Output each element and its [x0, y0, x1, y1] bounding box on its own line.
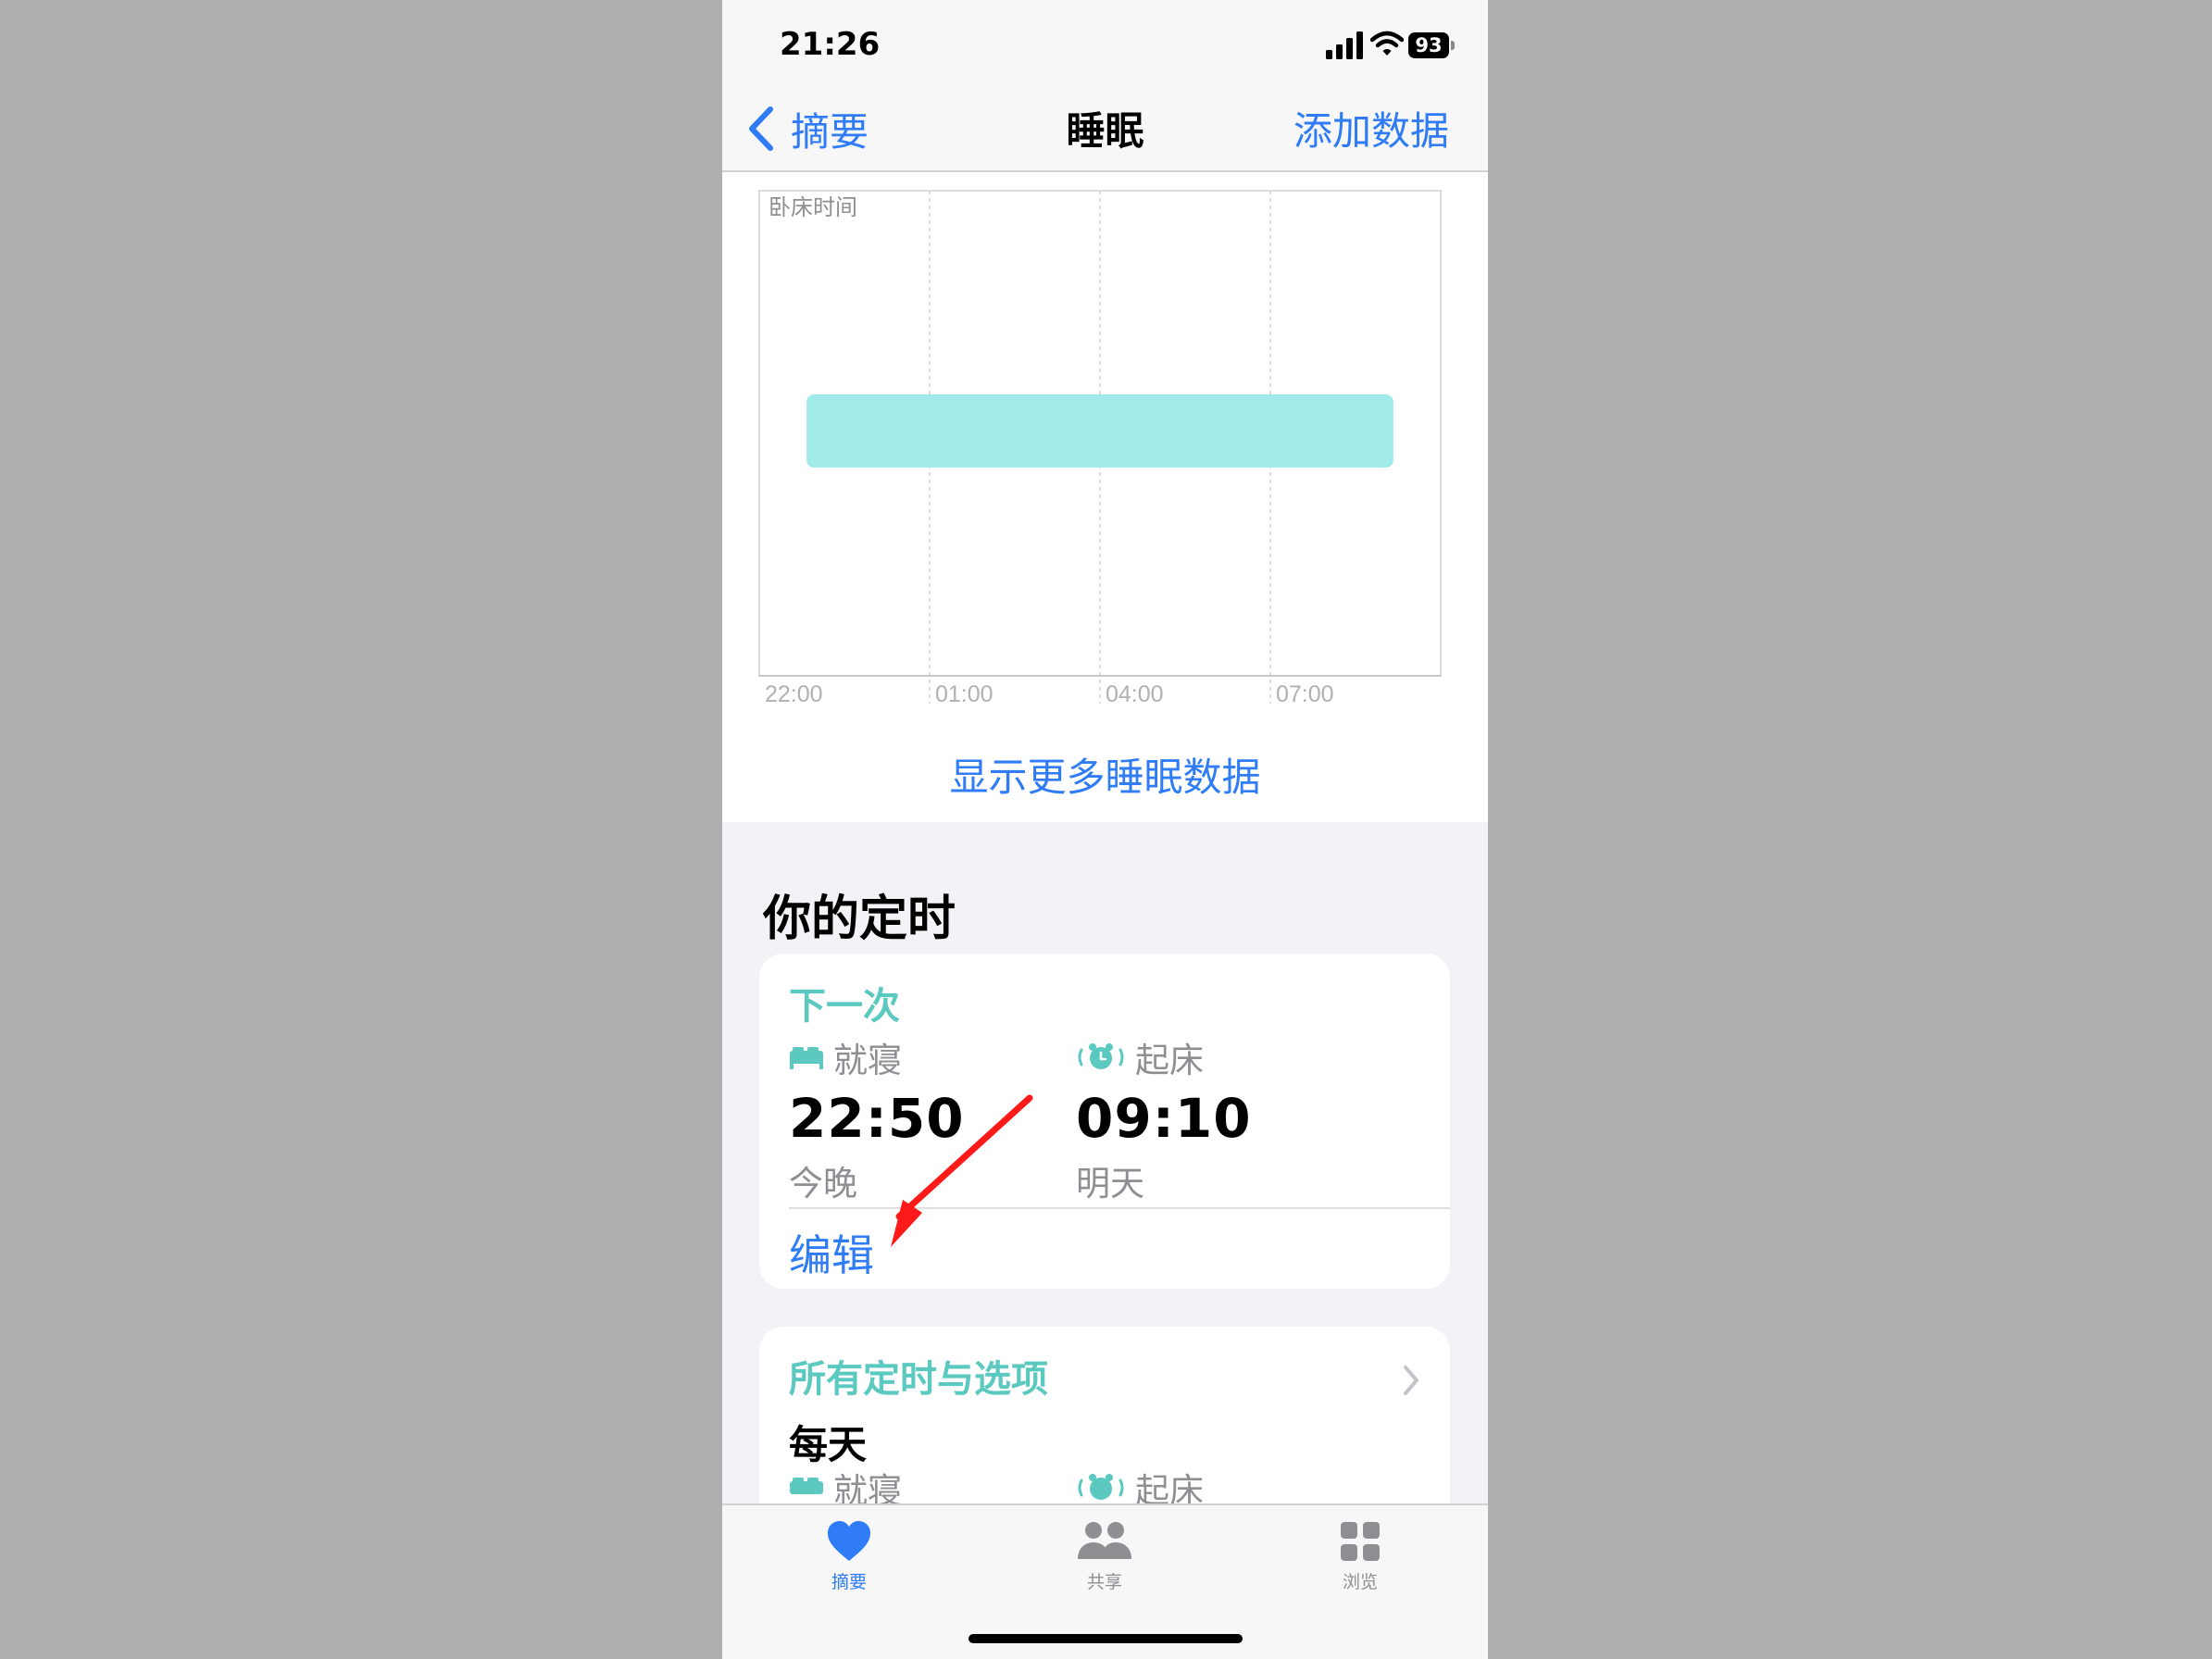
people-icon: [1078, 1522, 1131, 1559]
phone-screen: 21:26 93 摘要 睡眠 添加数据 卧床时间 22:00 01:00 04:…: [722, 0, 1488, 1659]
x-tick-label: 01:00: [935, 681, 994, 707]
add-data-button[interactable]: 添加数据: [1293, 100, 1449, 156]
show-more-sleep-data-link[interactable]: 显示更多睡眠数据: [722, 746, 1488, 803]
heart-icon: [828, 1521, 870, 1561]
sleep-chart: 卧床时间 22:00 01:00 04:00 07:00: [758, 190, 1442, 707]
wake-label: 起床: [1135, 1041, 1204, 1080]
back-button[interactable]: 摘要: [746, 96, 869, 161]
x-tick-label: 22:00: [765, 681, 823, 707]
wake-column: 起床 09:10 明天: [1076, 1035, 1354, 1205]
tab-browse[interactable]: 浏览: [1305, 1520, 1416, 1593]
home-indicator: [969, 1634, 1243, 1643]
cellular-signal-icon: [1326, 31, 1363, 59]
edit-button[interactable]: 编辑: [789, 1222, 874, 1283]
sleep-chart-section: 卧床时间 22:00 01:00 04:00 07:00 显示更多睡眠数据: [722, 172, 1488, 822]
bedtime-value: 22:50: [789, 1087, 965, 1150]
tab-sharing[interactable]: 共享: [1049, 1520, 1160, 1593]
chevron-right-icon: [1404, 1366, 1418, 1395]
wifi-icon: [1370, 31, 1404, 56]
x-tick-label: 07:00: [1276, 681, 1334, 707]
status-time: 21:26: [780, 26, 881, 63]
top-bar: 21:26 93 摘要 睡眠 添加数据: [722, 0, 1488, 172]
in-bed-bar[interactable]: [806, 394, 1393, 468]
all-schedules-heading: 所有定时与选项: [789, 1358, 1048, 1401]
schedule-section-title: 你的定时: [763, 892, 956, 947]
bedtime-column: 就寝 22:50 今晚: [789, 1035, 1067, 1205]
battery-level: 93: [1408, 32, 1449, 58]
bedtime-label: 就寝: [833, 1041, 902, 1080]
back-label: 摘要: [791, 108, 869, 155]
wake-day: 明天: [1076, 1164, 1144, 1204]
alarm-clock-icon: [1078, 1043, 1124, 1069]
schedule-frequency: 每天: [789, 1422, 868, 1467]
tab-sharing-label: 共享: [1086, 1572, 1122, 1592]
bedtime-day: 今晚: [789, 1164, 857, 1204]
bed-icon: [790, 1047, 823, 1069]
tab-browse-label: 浏览: [1342, 1572, 1378, 1592]
next-heading: 下一次: [789, 985, 900, 1028]
tab-summary[interactable]: 摘要: [794, 1520, 905, 1593]
card-divider: [789, 1207, 1450, 1209]
tab-summary-label: 摘要: [831, 1572, 867, 1592]
alarm-clock-icon: [1078, 1474, 1124, 1500]
next-schedule-card: 下一次 就寝 22:50 今晚 起床 09:10 明天 编辑: [759, 954, 1450, 1289]
bed-icon: [790, 1478, 823, 1494]
chart-legend-label: 卧床时间: [769, 195, 857, 220]
x-tick-label: 04:00: [1106, 681, 1164, 707]
chevron-left-icon: [749, 106, 773, 151]
grid-icon: [1341, 1522, 1380, 1561]
page-title: 睡眠: [1066, 108, 1144, 154]
battery-icon: 93: [1408, 32, 1455, 58]
wake-value: 09:10: [1076, 1087, 1252, 1150]
